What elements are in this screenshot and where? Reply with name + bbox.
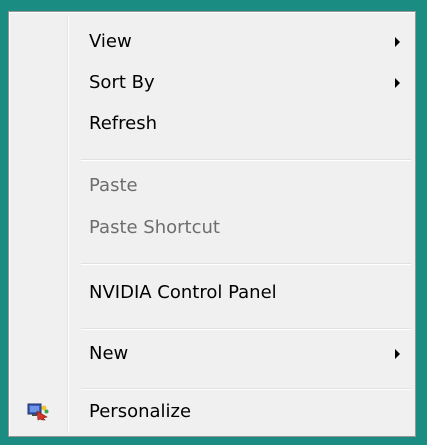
menu-item-nvidia-control-panel[interactable]: NVIDIA Control Panel [12,274,412,312]
menu-item-paste: Paste [12,167,412,205]
menu-separator [81,388,411,390]
menu-item-sort-by[interactable]: Sort By [12,64,412,102]
menu-item-paste-shortcut-label: Paste Shortcut [89,217,220,238]
personalize-display-icon [27,403,49,421]
menu-separator [81,159,411,161]
menu-item-paste-shortcut: Paste Shortcut [12,209,412,247]
menu-item-new[interactable]: New [12,335,412,373]
menu-item-nvidia-control-panel-label: NVIDIA Control Panel [89,282,277,303]
menu-item-personalize[interactable]: Personalize [12,393,412,431]
submenu-arrow-icon [395,349,400,359]
menu-item-refresh-label: Refresh [89,113,157,134]
menu-item-refresh[interactable]: Refresh [12,105,412,143]
menu-separator [81,328,411,330]
menu-item-sort-by-label: Sort By [89,72,155,93]
submenu-arrow-icon [395,78,400,88]
menu-item-new-label: New [89,343,129,364]
menu-separator [81,263,411,265]
desktop-context-menu: View Sort By Refresh Paste Paste Shortcu… [8,11,416,437]
menu-item-view-label: View [89,31,132,52]
menu-item-personalize-label: Personalize [89,401,192,422]
menu-item-view[interactable]: View [12,23,412,61]
menu-item-paste-label: Paste [89,175,138,196]
submenu-arrow-icon [395,37,400,47]
